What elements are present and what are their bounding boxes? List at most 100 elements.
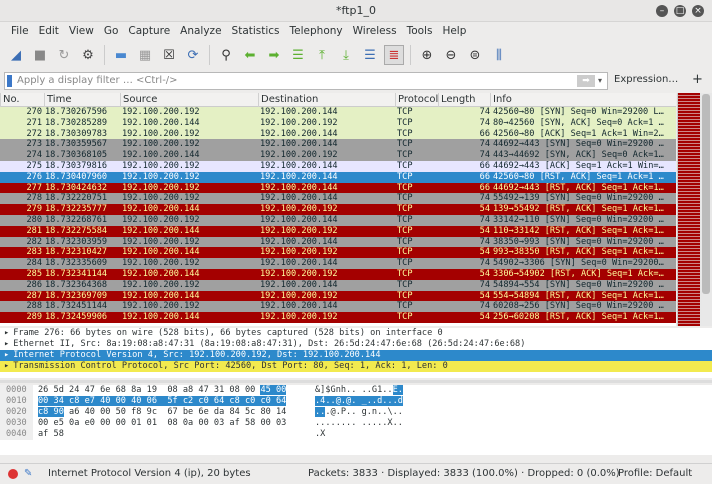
column-header-source[interactable]: Source: [120, 93, 157, 107]
filter-dropdown-icon[interactable]: ▾: [598, 73, 602, 89]
packet-row[interactable]: 275 18.730379816 192.100.200.192 192.100.20…: [0, 160, 676, 172]
packet-row[interactable]: 279 18.732235777 192.100.200.144 192.100.20…: [0, 204, 676, 215]
find-icon[interactable]: ⚲: [216, 45, 236, 65]
detail-tree-item[interactable]: ▸ Internet Protocol Version 4, Src: 192.1…: [0, 350, 712, 361]
packet-row[interactable]: 288 18.732451144 192.100.200.192 192.100.20…: [0, 301, 676, 313]
packet-row[interactable]: 278 18.732220751 192.100.200.192 192.100.20…: [0, 193, 676, 205]
scrollbar-thumb[interactable]: [702, 94, 710, 294]
shark-fin-start-icon[interactable]: ◢: [6, 45, 26, 65]
resize-columns-icon[interactable]: ⫼: [489, 45, 509, 65]
menu-statistics[interactable]: Statistics: [227, 22, 285, 40]
packet-row[interactable]: 289 18.732459906 192.100.200.144 192.100.20…: [0, 312, 676, 323]
packet-row[interactable]: 281 18.732275584 192.100.200.144 192.100.20…: [0, 225, 676, 237]
capture-comment-icon[interactable]: ✎: [24, 464, 32, 484]
menu-analyze[interactable]: Analyze: [175, 22, 226, 40]
restart-icon[interactable]: ↻: [54, 45, 74, 65]
menu-help[interactable]: Help: [437, 22, 471, 40]
ascii-bytes[interactable]: &]$Gnh.. ..G1..E.: [315, 385, 403, 396]
stop-icon[interactable]: ■: [30, 45, 50, 65]
ascii-bytes[interactable]: ...@.P.. g.n..\..: [315, 407, 403, 418]
hex-bytes[interactable]: af 58: [38, 429, 64, 440]
packet-row[interactable]: 271 18.730285289 192.100.200.144 192.100.20…: [0, 117, 676, 129]
packet-len: 66: [479, 182, 490, 193]
go-to-packet-icon[interactable]: ☰: [288, 45, 308, 65]
packet-row[interactable]: 270 18.730267596 192.100.200.192 192.100.20…: [0, 107, 676, 118]
packet-row[interactable]: 272 18.730309783 192.100.200.192 192.100.20…: [0, 128, 676, 140]
packet-row[interactable]: 287 18.732369709 192.100.200.144 192.100.20…: [0, 290, 676, 302]
packet-row[interactable]: 285 18.732341144 192.100.200.144 192.100.20…: [0, 268, 676, 280]
packet-time: 18.732335609: [45, 258, 108, 269]
options-gear-icon[interactable]: ⚙: [78, 45, 98, 65]
packet-row[interactable]: 286 18.732364368 192.100.200.192 192.100.20…: [0, 279, 676, 291]
menu-edit[interactable]: Edit: [34, 22, 64, 40]
bookmark-icon[interactable]: [7, 75, 12, 87]
save-file-icon[interactable]: ▦: [135, 45, 155, 65]
add-filter-button[interactable]: +: [692, 72, 703, 87]
zoom-in-icon[interactable]: ⊕: [417, 45, 437, 65]
zoom-normal-icon[interactable]: ⊜: [465, 45, 485, 65]
status-profile[interactable]: Profile: Default: [618, 464, 692, 484]
first-packet-icon[interactable]: ⤒: [312, 45, 332, 65]
title-bar: *ftp1_0: [0, 0, 712, 22]
menu-capture[interactable]: Capture: [123, 22, 175, 40]
ascii-bytes[interactable]: ........ .....X..: [315, 418, 403, 429]
packet-row[interactable]: 274 18.730368105 192.100.200.144 192.100.20…: [0, 150, 676, 161]
packet-dst: 192.100.200.144: [260, 214, 338, 225]
expression-button[interactable]: Expression…: [614, 74, 678, 85]
menu-go[interactable]: Go: [99, 22, 124, 40]
close-icon[interactable]: ×: [692, 5, 704, 17]
expert-info-icon[interactable]: [8, 469, 18, 479]
packet-list-header: No. Time Source Destination Protocol Length In…: [0, 93, 676, 107]
packet-no: 283: [26, 247, 42, 258]
back-arrow-icon[interactable]: ⬅: [240, 45, 260, 65]
zoom-out-icon[interactable]: ⊖: [441, 45, 461, 65]
column-header-no[interactable]: No.: [0, 93, 20, 107]
minimize-icon[interactable]: –: [656, 5, 668, 17]
hex-bytes[interactable]: 26 5d 24 47 6e 68 8a 19 08 a8 47 31 08 0…: [38, 385, 287, 396]
packet-row[interactable]: 277 18.730424632 192.100.200.192 192.100.20…: [0, 182, 676, 194]
column-header-time[interactable]: Time: [44, 93, 71, 107]
apply-arrow-icon[interactable]: ➡: [577, 75, 595, 87]
packet-row[interactable]: 284 18.732335609 192.100.200.192 192.100.20…: [0, 258, 676, 269]
colorize-icon[interactable]: ≣: [384, 45, 404, 65]
ascii-bytes[interactable]: .X: [315, 429, 325, 440]
column-header-protocol[interactable]: Protocol: [395, 93, 438, 107]
display-filter-input[interactable]: Apply a display filter … <Ctrl-/> ➡ ▾: [4, 72, 608, 90]
packet-dst: 192.100.200.144: [260, 139, 338, 150]
autoscroll-icon[interactable]: ☰: [360, 45, 380, 65]
column-header-length[interactable]: Length: [438, 93, 476, 107]
close-file-icon[interactable]: ☒: [159, 45, 179, 65]
menu-telephony[interactable]: Telephony: [285, 22, 348, 40]
menu-wireless[interactable]: Wireless: [348, 22, 402, 40]
maximize-icon[interactable]: □: [674, 5, 686, 17]
pane-splitter[interactable]: [0, 380, 712, 383]
packet-row[interactable]: 282 18.732303959 192.100.200.192 192.100.20…: [0, 236, 676, 248]
packet-list-scrollbar[interactable]: [700, 93, 712, 326]
ascii-plain: .X: [315, 429, 326, 439]
packet-src: 192.100.200.192: [122, 139, 200, 150]
detail-tree-item[interactable]: ▸ Transmission Control Protocol, Src Port…: [0, 361, 712, 372]
packet-minimap[interactable]: [677, 93, 700, 326]
hex-bytes[interactable]: 00 e5 0a e0 00 00 01 01 08 0a 00 03 af 5…: [38, 418, 286, 429]
column-header-destination[interactable]: Destination: [258, 93, 318, 107]
packet-row[interactable]: 283 18.732310427 192.100.200.144 192.100.20…: [0, 247, 676, 259]
last-packet-icon[interactable]: ⤓: [336, 45, 356, 65]
column-header-info[interactable]: Info: [490, 93, 512, 107]
ascii-bytes[interactable]: .4..@.@. _..d...d: [315, 396, 403, 407]
packet-row[interactable]: 273 18.730359567 192.100.200.192 192.100.20…: [0, 139, 676, 151]
menu-tools[interactable]: Tools: [402, 22, 438, 40]
detail-tree-item[interactable]: ▸ Frame 276: 66 bytes on wire (528 bits),…: [0, 328, 712, 339]
detail-tree-item[interactable]: ▸ Ethernet II, Src: 8a:19:08:a8:47:31 (8a…: [0, 339, 712, 350]
open-folder-icon[interactable]: ▬: [111, 45, 131, 65]
detail-text: Frame 276: 66 bytes on wire (528 bits), …: [13, 328, 443, 338]
packet-row[interactable]: 276 18.730407960 192.100.200.192 192.100.20…: [0, 171, 676, 183]
hex-bytes[interactable]: 00 34 c8 e7 40 00 40 06 5f c2 c0 64 c8 c…: [38, 396, 287, 407]
packet-row[interactable]: 280 18.732268761 192.100.200.192 192.100.20…: [0, 214, 676, 226]
forward-arrow-icon[interactable]: ➡: [264, 45, 284, 65]
menu-file[interactable]: File: [6, 22, 34, 40]
menu-view[interactable]: View: [64, 22, 99, 40]
hex-bytes[interactable]: c8 90 a6 40 00 50 f8 9c 67 be 6e da 84 5…: [38, 407, 286, 418]
packet-len: 74: [479, 193, 490, 204]
reload-icon[interactable]: ⟳: [183, 45, 203, 65]
packet-no: 286: [26, 279, 42, 290]
